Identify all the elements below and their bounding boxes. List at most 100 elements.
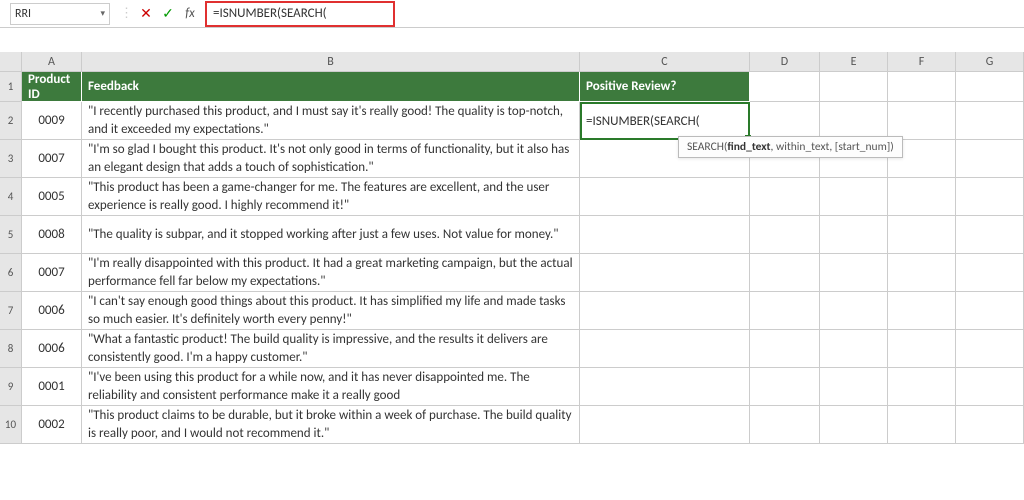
cell[interactable] (580, 178, 750, 216)
col-header-a[interactable]: A (22, 52, 82, 72)
cell[interactable] (956, 254, 1024, 292)
header-product-id[interactable]: Product ID (22, 72, 82, 102)
active-cell-content: =ISNUMBER(SEARCH( (586, 114, 700, 129)
cell[interactable] (820, 330, 888, 368)
cell-product-id[interactable]: 0002 (22, 406, 82, 444)
cell-feedback[interactable]: "What a fantastic product! The build qua… (82, 330, 580, 368)
col-header-b[interactable]: B (82, 52, 580, 72)
row-header[interactable]: 1 (0, 72, 22, 102)
formula-input[interactable]: =ISNUMBER(SEARCH( (205, 1, 395, 27)
cell-active[interactable]: =ISNUMBER(SEARCH( (580, 102, 750, 140)
fx-icon[interactable]: fx (181, 5, 199, 23)
enter-icon[interactable]: ✓ (159, 5, 177, 23)
row-header[interactable]: 2 (0, 102, 22, 140)
cell[interactable] (888, 178, 956, 216)
cell[interactable] (956, 216, 1024, 254)
cell[interactable] (750, 292, 820, 330)
cell[interactable] (750, 254, 820, 292)
cell-product-id[interactable]: 0006 (22, 292, 82, 330)
formula-bar: RRI ▾ ⋮ ✕ ✓ fx =ISNUMBER(SEARCH( (0, 0, 1024, 28)
cell[interactable] (750, 406, 820, 444)
cell-feedback[interactable]: "I can't say enough good things about th… (82, 292, 580, 330)
cell[interactable] (888, 216, 956, 254)
cell[interactable] (580, 254, 750, 292)
cell[interactable] (820, 406, 888, 444)
row-header[interactable]: 10 (0, 406, 22, 444)
row-header[interactable]: 4 (0, 178, 22, 216)
cell[interactable] (580, 292, 750, 330)
separator: ⋮ (120, 6, 133, 21)
tooltip-rest: , within_text, [start_num]) (771, 140, 894, 154)
col-header-e[interactable]: E (820, 52, 888, 72)
cell[interactable] (820, 292, 888, 330)
cell[interactable] (888, 102, 956, 140)
cell[interactable] (750, 330, 820, 368)
cell-product-id[interactable]: 0009 (22, 102, 82, 140)
cell-product-id[interactable]: 0005 (22, 178, 82, 216)
cell[interactable] (956, 406, 1024, 444)
cell-feedback[interactable]: "This product has been a game-changer fo… (82, 178, 580, 216)
cell[interactable] (888, 406, 956, 444)
cell-feedback[interactable]: "I'm really disappointed with this produ… (82, 254, 580, 292)
cell-feedback[interactable]: "I've been using this product for a whil… (82, 368, 580, 406)
cell[interactable] (956, 292, 1024, 330)
row-header[interactable]: 3 (0, 140, 22, 178)
cell[interactable] (750, 72, 820, 102)
cell[interactable] (580, 330, 750, 368)
cell[interactable] (888, 330, 956, 368)
cell[interactable] (888, 292, 956, 330)
col-header-g[interactable]: G (956, 52, 1024, 72)
cell[interactable] (820, 216, 888, 254)
name-box[interactable]: RRI ▾ (10, 3, 110, 25)
cell-product-id[interactable]: 0007 (22, 140, 82, 178)
header-positive-review[interactable]: Positive Review? (580, 72, 750, 102)
select-all-button[interactable] (0, 52, 22, 72)
cell-feedback[interactable]: "This product claims to be durable, but … (82, 406, 580, 444)
cell[interactable] (820, 72, 888, 102)
row-header[interactable]: 7 (0, 292, 22, 330)
col-header-d[interactable]: D (750, 52, 820, 72)
tooltip-fn: SEARCH (687, 140, 724, 154)
cancel-icon[interactable]: ✕ (137, 5, 155, 23)
cell-feedback[interactable]: "I'm so glad I bought this product. It's… (82, 140, 580, 178)
cell[interactable] (820, 254, 888, 292)
cell[interactable] (820, 102, 888, 140)
row-header[interactable]: 8 (0, 330, 22, 368)
cell[interactable] (888, 72, 956, 102)
cell[interactable] (956, 102, 1024, 140)
chevron-down-icon[interactable]: ▾ (100, 8, 105, 19)
row-header[interactable]: 6 (0, 254, 22, 292)
cell[interactable] (888, 254, 956, 292)
cell-product-id[interactable]: 0008 (22, 216, 82, 254)
cell[interactable] (956, 72, 1024, 102)
function-tooltip: SEARCH(find_text, within_text, [start_nu… (678, 136, 903, 158)
cell-product-id[interactable]: 0006 (22, 330, 82, 368)
tooltip-arg1: find_text (727, 140, 770, 154)
cell[interactable] (956, 330, 1024, 368)
grid: A B C D E F G 1 Product ID Feedback Posi… (0, 52, 1024, 444)
cell[interactable] (820, 368, 888, 406)
formula-text: =ISNUMBER(SEARCH( (213, 6, 327, 21)
cell-product-id[interactable]: 0007 (22, 254, 82, 292)
cell[interactable] (580, 216, 750, 254)
cell[interactable] (956, 140, 1024, 178)
cell[interactable] (956, 178, 1024, 216)
row-header[interactable]: 9 (0, 368, 22, 406)
cell[interactable] (750, 102, 820, 140)
cell[interactable] (820, 178, 888, 216)
row-header[interactable]: 5 (0, 216, 22, 254)
cell[interactable] (580, 406, 750, 444)
cell[interactable] (750, 178, 820, 216)
cell[interactable] (750, 216, 820, 254)
cell-product-id[interactable]: 0001 (22, 368, 82, 406)
col-header-f[interactable]: F (888, 52, 956, 72)
cell[interactable] (956, 368, 1024, 406)
spreadsheet: A B C D E F G 1 Product ID Feedback Posi… (0, 52, 1024, 444)
header-feedback[interactable]: Feedback (82, 72, 580, 102)
cell[interactable] (580, 368, 750, 406)
cell[interactable] (888, 368, 956, 406)
cell-feedback[interactable]: "I recently purchased this product, and … (82, 102, 580, 140)
cell[interactable] (750, 368, 820, 406)
cell-feedback[interactable]: "The quality is subpar, and it stopped w… (82, 216, 580, 254)
col-header-c[interactable]: C (580, 52, 750, 72)
